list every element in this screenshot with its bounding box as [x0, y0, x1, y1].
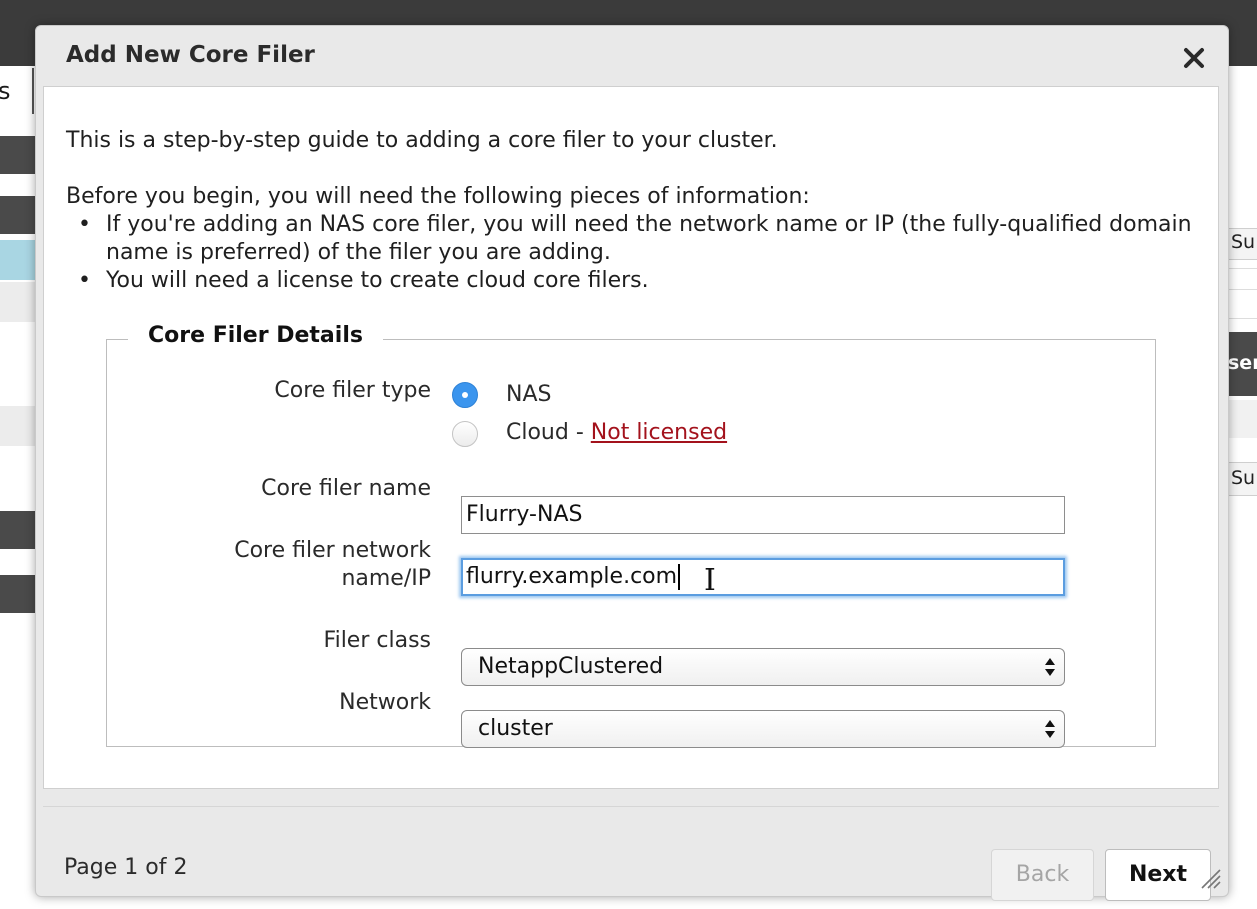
app-right-button-label: Su [1231, 231, 1256, 253]
select-arrows-icon [1045, 720, 1055, 738]
radio-nas-label: NAS [506, 382, 552, 407]
dialog-header: Add New Core Filer [36, 26, 1228, 88]
network-name-label-line2: name/IP [341, 566, 431, 591]
app-sidebar-row[interactable] [0, 406, 40, 446]
radio-nas[interactable] [452, 382, 478, 408]
select-arrows-icon [1045, 658, 1055, 676]
app-right-header-label: ser [1228, 352, 1257, 374]
core-filer-name-label: Core filer name [261, 476, 431, 501]
radio-cloud-text: Cloud - [506, 420, 591, 445]
app-right-button-label: Su [1231, 467, 1256, 489]
network-label: Network [339, 690, 431, 715]
dialog-body: This is a step-by-step guide to adding a… [43, 86, 1219, 789]
app-right-row [1228, 268, 1257, 290]
core-filer-type-label: Core filer type [274, 378, 431, 403]
footer-divider [43, 806, 1219, 807]
filer-class-select[interactable]: NetappClustered [461, 648, 1065, 686]
app-tab[interactable]: s [0, 68, 34, 114]
app-tab-label: s [0, 77, 11, 105]
network-select[interactable]: cluster [461, 710, 1065, 748]
list-item: • You will need a license to create cloud… [66, 267, 1196, 295]
before-you-begin-text: Before you begin, you will need the foll… [66, 184, 810, 209]
core-filer-name-input[interactable]: Flurry-NAS [461, 496, 1065, 534]
back-button[interactable]: Back [991, 849, 1094, 901]
filer-class-value: NetappClustered [478, 654, 664, 679]
radio-cloud-label: Cloud - Not licensed [506, 419, 727, 447]
app-sidebar-bar[interactable] [0, 136, 40, 174]
core-filer-name-value: Flurry-NAS [466, 502, 583, 527]
bullet-icon: • [78, 212, 91, 237]
app-sidebar-bar[interactable] [0, 196, 40, 234]
app-right-row [1228, 400, 1257, 438]
page-indicator: Page 1 of 2 [64, 855, 188, 880]
filer-class-label: Filer class [323, 628, 431, 653]
add-core-filer-dialog: Add New Core Filer This is a step-by-ste… [35, 25, 1229, 901]
bullet-icon: • [78, 268, 91, 293]
app-sidebar-bar[interactable] [0, 511, 40, 549]
fieldset-legend: Core Filer Details [128, 323, 383, 348]
list-item: • If you're adding an NAS core filer, you… [66, 211, 1196, 267]
app-right-row [1228, 298, 1257, 319]
app-sidebar-selected[interactable] [0, 240, 40, 280]
resize-grip-icon[interactable] [1199, 867, 1221, 889]
network-value: cluster [478, 716, 553, 741]
list-item-text: You will need a license to create cloud … [106, 268, 649, 293]
app-right-header: ser [1228, 332, 1257, 396]
intro-text: This is a step-by-step guide to adding a… [66, 128, 778, 153]
app-right-button[interactable]: Su [1228, 462, 1257, 496]
close-icon[interactable] [1182, 46, 1206, 70]
not-licensed-link[interactable]: Not licensed [591, 420, 727, 445]
dialog-title: Add New Core Filer [66, 42, 315, 68]
text-caret [678, 564, 681, 590]
network-name-input[interactable]: flurry.example.com [461, 558, 1065, 596]
list-item-text: If you're adding an NAS core filer, you … [106, 212, 1192, 265]
app-sidebar-row[interactable] [0, 282, 40, 322]
radio-cloud[interactable] [452, 421, 478, 447]
ibeam-cursor-icon: I [704, 563, 716, 598]
network-name-label: Core filer network [234, 538, 431, 563]
dialog-footer: Page 1 of 2 Back Next [36, 806, 1228, 901]
next-button[interactable]: Next [1105, 849, 1211, 901]
app-right-button[interactable]: Su [1228, 228, 1257, 260]
requirements-list: • If you're adding an NAS core filer, you… [66, 211, 1196, 295]
app-sidebar-bar[interactable] [0, 575, 40, 613]
network-name-value: flurry.example.com [466, 564, 678, 589]
